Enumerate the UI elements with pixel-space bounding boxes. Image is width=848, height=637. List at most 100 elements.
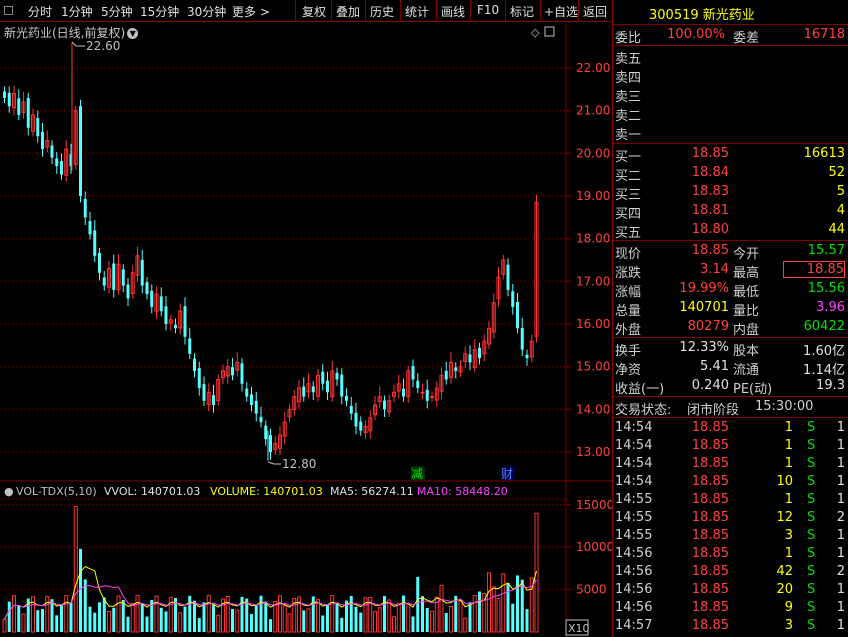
window-maximize-icon[interactable] (544, 26, 555, 37)
tick-count: 1 (836, 618, 845, 633)
candle-body-down (425, 389, 429, 401)
trade-state: 闭市阶段 (687, 403, 740, 418)
high-annotation-line (71, 41, 85, 47)
price-tick-label: 15.00 (576, 360, 610, 374)
weicha-label: 委差 (733, 31, 760, 46)
volume-bar-up (392, 616, 396, 633)
candle-body-down (112, 263, 116, 290)
vol-indicator-name[interactable]: VOL-TDX(5,10) (16, 485, 97, 498)
candle-body-down (326, 380, 329, 393)
tick-side: S (807, 564, 816, 579)
trade-time: 15:30:00 (755, 399, 814, 414)
volume-bar-down (511, 603, 515, 632)
stat-label: 现价 (615, 247, 642, 262)
candle-body-down (264, 425, 268, 440)
diamond-icon[interactable]: ◇ (531, 26, 540, 39)
candle-body-down (26, 98, 30, 128)
divider (613, 143, 848, 144)
stock-code-name[interactable]: 300519 新光药业 (649, 4, 755, 23)
tick-price: 18.85 (691, 582, 729, 597)
volume-bar-down (83, 579, 87, 632)
tick-volume: 1 (784, 492, 793, 507)
tick-side: S (807, 582, 816, 597)
volume-bar-down (69, 602, 73, 632)
event-marker-reduce[interactable]: 减 (411, 467, 423, 481)
candle-body-down (17, 98, 21, 115)
candle-body-down (454, 367, 458, 371)
price-grid (0, 67, 566, 453)
volume-bar-down (340, 617, 344, 632)
stat-value: 3.96 (816, 300, 845, 315)
tick-count: 1 (836, 474, 845, 489)
candle-body-down (145, 282, 149, 295)
tick-side: S (807, 618, 816, 633)
tick-price: 18.85 (691, 438, 729, 453)
candle-body-down (240, 363, 244, 384)
tick-count: 1 (836, 546, 845, 561)
ask-label: 卖三 (615, 90, 642, 105)
tick-price: 18.85 (691, 600, 729, 615)
fundamental-value: 19.3 (816, 378, 845, 393)
volume-bar-down (354, 606, 358, 632)
volume-tick-label: 5000 (576, 583, 607, 597)
volume-bar-up (273, 600, 278, 633)
volume-bar-up (64, 595, 69, 633)
volume-bar-down (98, 602, 101, 632)
candle-body-down (311, 386, 315, 393)
candle-body-down (7, 92, 11, 107)
volume-bar-down (36, 610, 40, 632)
candle-body-down (41, 131, 44, 150)
stat-label: 外盘 (615, 323, 642, 338)
tick-price: 18.85 (691, 546, 729, 561)
tick-volume: 1 (784, 546, 793, 561)
candle-body-down (88, 221, 92, 235)
tick-side: S (807, 474, 816, 489)
volume-bar-up (287, 613, 292, 633)
bid-price: 18.85 (691, 146, 729, 161)
volume-bar-down (212, 604, 215, 632)
volume-bar-down (359, 612, 363, 632)
volume-bar-down (183, 606, 187, 632)
bid-price: 18.84 (691, 165, 729, 180)
candle-body-down (411, 365, 415, 380)
volume-bar-up (439, 584, 444, 633)
bid-label: 买四 (615, 207, 642, 222)
ask-label: 卖二 (615, 109, 642, 124)
tick-count: 1 (836, 438, 845, 453)
candle-body-down (3, 91, 6, 98)
bid-label: 买三 (615, 188, 642, 203)
volume-bar-down (516, 575, 519, 632)
volume-bar-down (17, 605, 21, 632)
candle-body-down (245, 388, 249, 397)
trade-state-label: 交易状态: (615, 403, 672, 418)
candle-body-down (50, 145, 54, 158)
bid-volume: 5 (836, 184, 845, 199)
volume-bar-down (416, 576, 420, 632)
volume-bar-up (178, 612, 183, 633)
volume-bar-up (206, 595, 211, 633)
kline-chart[interactable]: 22.00 21.00 20.00 19.00 18.00 17.00 16.00 15.00… (0, 0, 612, 637)
candle-body-down (383, 400, 386, 410)
volume-bar-up (387, 599, 392, 633)
candle-body-down (349, 405, 353, 414)
ask-label: 卖一 (615, 128, 642, 143)
candle-body-down (231, 367, 234, 376)
bid-volume: 16613 (803, 146, 845, 161)
volume-bar-up (449, 605, 453, 633)
ma5-value: MA5: 56274.11 (330, 485, 414, 498)
candle-body-down (55, 158, 59, 167)
volume-grid: 15000 10000 5000 (0, 498, 612, 597)
stat-label: 涨幅 (615, 285, 642, 300)
fundamental-value: 5.41 (700, 359, 729, 374)
bid-price: 18.83 (691, 184, 729, 199)
event-marker-finance[interactable]: 财 (501, 467, 513, 481)
tick-time: 14:56 (615, 600, 653, 615)
volume-bar-up (135, 595, 140, 633)
volume-bar-up (73, 505, 78, 633)
tick-volume: 20 (776, 582, 793, 597)
candle-body-down (212, 395, 215, 406)
chevron-down-icon[interactable]: ● (4, 485, 14, 498)
candle-body-down (188, 338, 192, 354)
volume-bar-down (506, 583, 510, 632)
tick-price: 18.85 (691, 456, 729, 471)
